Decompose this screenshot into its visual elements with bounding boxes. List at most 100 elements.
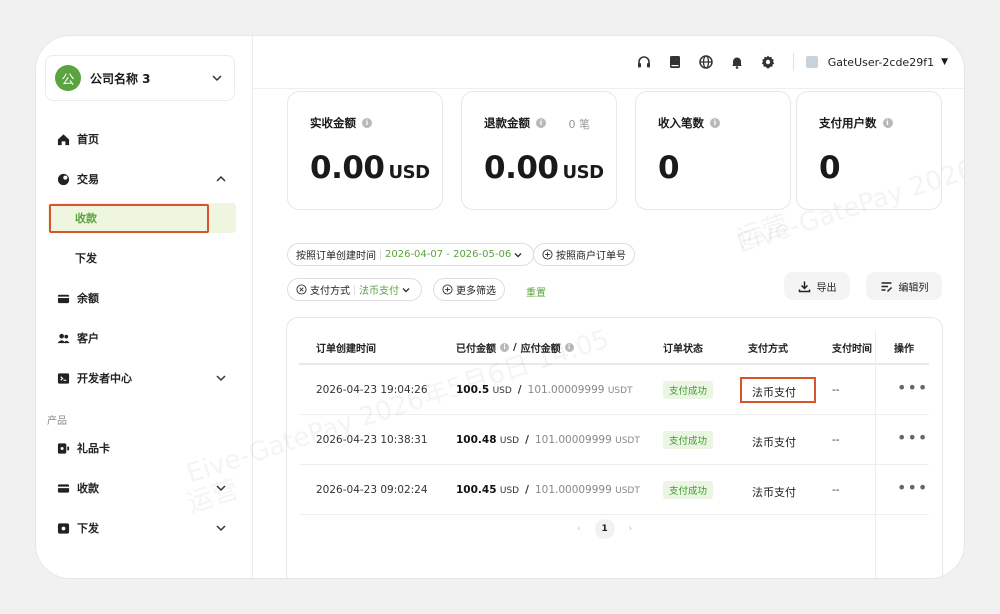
date-filter[interactable]: 按照订单创建时间 2026-04-07 - 2026-05-06 <box>287 243 535 266</box>
pay-method-label: 支付方式 <box>310 286 350 297</box>
cell-created: 2026-04-23 09:02:24 <box>316 484 428 496</box>
info-icon[interactable]: i <box>536 118 546 128</box>
app-window: 公 公司名称 3 首页 交易 收款 下发 余额 客户 开发者中心 产品 礼品卡 … <box>36 36 964 578</box>
cell-pay-time: -- <box>832 434 840 446</box>
stat-title: 退款金额 <box>484 116 530 130</box>
chevron-down-icon <box>210 71 224 85</box>
table-row[interactable]: 2026-04-23 19:04:26 100.5 USD/101.000099… <box>299 365 929 415</box>
user-avatar[interactable] <box>805 56 818 68</box>
cell-amount: 100.48 USD/101.00009999 USDT <box>456 434 640 446</box>
table-row[interactable]: 2026-04-23 10:38:31 100.48 USD/101.00009… <box>299 415 929 465</box>
chevron-up-icon <box>214 172 228 186</box>
header-amount: 已付金额 i / 应付金额 i <box>456 340 574 355</box>
status-badge: 支付成功 <box>663 481 714 499</box>
page-number[interactable]: 1 <box>594 519 615 539</box>
sidebar-item-collection[interactable]: 收款 <box>48 203 236 233</box>
stat-unit: USD <box>388 162 431 183</box>
stat-card-income-count: 收入笔数 i 0 <box>635 91 791 210</box>
headset-icon[interactable] <box>635 53 653 71</box>
info-icon[interactable]: i <box>564 343 574 352</box>
header-pay-time: 支付时间 <box>832 344 872 355</box>
topbar: GateUser-2cde29f1 ▼ <box>253 36 964 89</box>
sidebar-item-label: 下发 <box>77 522 99 535</box>
sidebar-item-home[interactable]: 首页 <box>48 124 236 154</box>
stat-title: 支付用户数 <box>819 116 877 130</box>
export-label: 导出 <box>816 282 837 294</box>
caret-down-icon[interactable]: ▼ <box>941 57 948 67</box>
stat-title: 实收金额 <box>310 116 356 130</box>
company-switcher[interactable]: 公 公司名称 3 <box>45 55 235 101</box>
next-page-icon[interactable]: › <box>629 524 633 534</box>
sidebar-item-giftcard[interactable]: 礼品卡 <box>48 433 236 463</box>
stat-unit: USD <box>562 162 605 183</box>
sidebar-item-payout[interactable]: 下发 <box>48 243 236 273</box>
cell-amount: 100.5 USD/101.00009999 USDT <box>456 384 633 396</box>
bell-icon[interactable] <box>728 53 746 71</box>
sidebar-item-label: 首页 <box>77 133 99 146</box>
stat-value: 0 <box>658 150 680 186</box>
more-actions-icon[interactable]: ••• <box>897 378 928 397</box>
sidebar-item-label: 收款 <box>75 212 97 225</box>
sidebar-item-customers[interactable]: 客户 <box>48 323 236 353</box>
sidebar-item-product-payout[interactable]: 下发 <box>48 513 236 543</box>
plus-circle-icon <box>442 284 453 295</box>
export-button[interactable]: 导出 <box>784 272 850 300</box>
stat-value: 0 <box>819 150 841 186</box>
header-ops: 操作 <box>894 344 914 355</box>
info-icon[interactable]: i <box>362 118 372 128</box>
info-icon[interactable]: i <box>882 118 893 128</box>
more-actions-icon[interactable]: ••• <box>897 428 928 447</box>
edit-columns-button[interactable]: 编辑列 <box>866 272 942 300</box>
more-filters[interactable]: 更多筛选 <box>433 278 505 301</box>
sidebar-item-label: 礼品卡 <box>77 442 110 455</box>
cell-pay-time: -- <box>832 384 840 396</box>
chevron-down-icon <box>214 481 228 495</box>
pay-method-filter[interactable]: 支付方式 法币支付 <box>287 278 422 301</box>
sidebar-item-product-collection[interactable]: 收款 <box>48 473 236 503</box>
giftcard-icon <box>56 441 70 455</box>
watermark: 运营 <box>733 209 793 255</box>
table-row[interactable]: 2026-04-23 09:02:24 100.45 USD/101.00009… <box>299 465 929 515</box>
prev-page-icon[interactable]: ‹ <box>577 524 581 534</box>
transaction-icon <box>56 172 70 186</box>
book-icon[interactable] <box>666 53 684 71</box>
cell-created: 2026-04-23 10:38:31 <box>316 434 428 446</box>
card-icon <box>56 481 70 495</box>
cell-method: 法币支付 <box>752 386 796 399</box>
status-badge: 支付成功 <box>663 381 714 399</box>
sidebar-item-label: 交易 <box>77 173 99 186</box>
gear-icon[interactable] <box>759 53 777 71</box>
chevron-down-icon <box>214 371 228 385</box>
info-icon[interactable]: i <box>710 118 720 128</box>
header-status: 订单状态 <box>663 344 703 355</box>
merchant-order-label: 按照商户订单号 <box>556 251 626 262</box>
edit-columns-label: 编辑列 <box>898 282 929 294</box>
status-badge: 支付成功 <box>663 431 714 449</box>
sidebar-item-label: 开发者中心 <box>77 372 132 385</box>
stat-value: 0.00 <box>484 150 559 186</box>
globe-icon[interactable] <box>697 53 715 71</box>
pagination: ‹ 1 › <box>577 519 632 539</box>
sidebar-item-developer[interactable]: 开发者中心 <box>48 363 236 393</box>
reset-link[interactable]: 重置 <box>526 284 546 299</box>
merchant-order-filter[interactable]: 按照商户订单号 <box>533 243 635 266</box>
download-icon <box>798 280 811 293</box>
user-name[interactable]: GateUser-2cde29f1 <box>828 56 934 69</box>
stat-card-received: 实收金额 i 0.00 USD <box>287 91 443 210</box>
stat-card-paying-users: 支付用户数 i 0 <box>796 91 942 210</box>
sidebar-item-label: 下发 <box>75 252 97 265</box>
header-created: 订单创建时间 <box>316 344 376 355</box>
users-icon <box>56 331 70 345</box>
chevron-down-icon <box>511 248 525 262</box>
sidebar-item-balance[interactable]: 余额 <box>48 283 236 313</box>
orders-table: 订单创建时间 已付金额 i / 应付金额 i 订单状态 支付方式 支付时间 操作… <box>286 317 943 578</box>
info-icon[interactable]: i <box>500 343 509 352</box>
home-icon <box>56 132 70 146</box>
payout-icon <box>56 521 70 535</box>
stat-card-refund: 退款金额 i 0 笔 0.00 USD <box>461 91 617 210</box>
chevron-down-icon <box>399 283 413 297</box>
more-actions-icon[interactable]: ••• <box>897 478 928 497</box>
cell-amount: 100.45 USD/101.00009999 USDT <box>456 484 640 496</box>
sidebar-item-label: 收款 <box>77 482 99 495</box>
sidebar-item-transaction[interactable]: 交易 <box>48 164 236 194</box>
